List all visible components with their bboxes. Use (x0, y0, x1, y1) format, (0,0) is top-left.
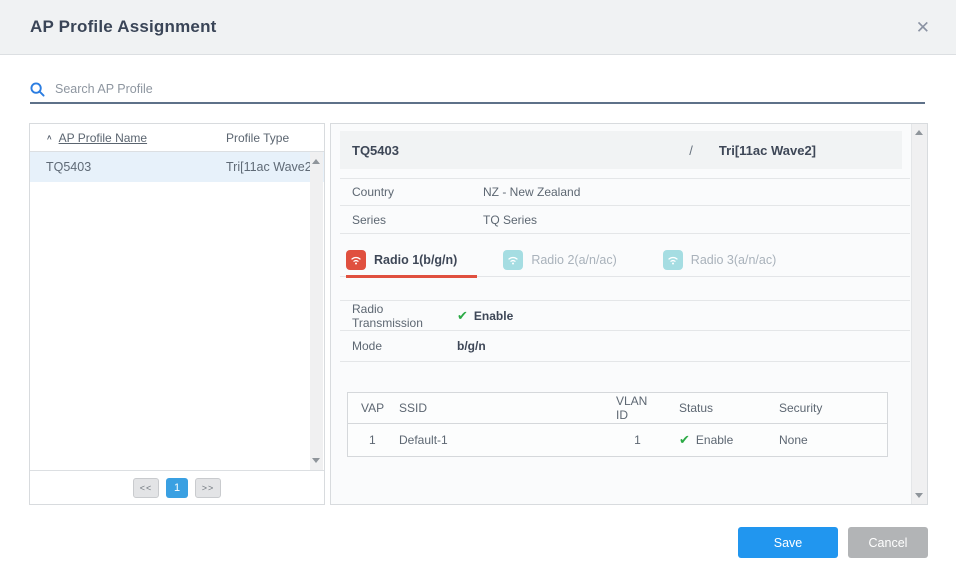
wifi-icon (503, 250, 523, 270)
search-bar (30, 76, 925, 104)
tab-radio-2[interactable]: Radio 2(a/n/ac) (503, 244, 636, 278)
save-button[interactable]: Save (738, 527, 838, 558)
close-icon[interactable]: ✕ (912, 15, 934, 40)
profile-list-panel: ∧ AP Profile Name Profile Type TQ5403 Tr… (29, 123, 325, 505)
col-security: Security (779, 401, 889, 415)
tab-radio-1[interactable]: Radio 1(b/g/n) (346, 244, 477, 278)
profile-list-header: ∧ AP Profile Name Profile Type (30, 124, 324, 152)
page-next-button[interactable]: >> (195, 478, 221, 498)
pagination: << 1 >> (30, 470, 324, 504)
status-cell: ✔Enable (659, 432, 779, 448)
series-row: Series TQ Series (340, 206, 910, 234)
mode-value: b/g/n (457, 339, 486, 353)
country-label: Country (340, 185, 483, 199)
radio-tabs: Radio 1(b/g/n) Radio 2(a/n/ac) (340, 244, 910, 277)
page-current-button[interactable]: 1 (166, 478, 188, 498)
radio-settings-rows: Radio Transmission ✔Enable Mode b/g/n (340, 300, 910, 362)
scroll-down-icon[interactable] (915, 493, 923, 498)
column-profile-type[interactable]: Profile Type (226, 131, 289, 145)
col-vap: VAP (348, 401, 399, 415)
check-icon: ✔ (457, 308, 468, 323)
cancel-button[interactable]: Cancel (848, 527, 928, 558)
radio-transmission-label: Radio Transmission (340, 302, 457, 330)
search-input[interactable] (55, 82, 925, 96)
page-prev-button[interactable]: << (133, 478, 159, 498)
scroll-up-icon[interactable] (915, 130, 923, 135)
profile-list-body: TQ5403 Tri[11ac Wave2] (30, 152, 324, 470)
country-row: Country NZ - New Zealand (340, 178, 910, 206)
ssid-cell: Default-1 (399, 433, 616, 447)
detail-profile-type: Tri[11ac Wave2] (719, 143, 816, 158)
radio-transmission-value: ✔Enable (457, 308, 513, 324)
scroll-down-icon[interactable] (312, 458, 320, 463)
vap-table-header: VAP SSID VLAN ID Status Security (348, 393, 887, 424)
col-vlan-id: VLAN ID (616, 394, 659, 422)
radio-transmission-row: Radio Transmission ✔Enable (340, 300, 910, 331)
vap-table: VAP SSID VLAN ID Status Security 1 Defau… (347, 392, 888, 457)
vap-table-row[interactable]: 1 Default-1 1 ✔Enable None (348, 424, 887, 456)
list-scrollbar[interactable] (310, 152, 323, 470)
dialog-header: AP Profile Assignment ✕ (0, 0, 956, 55)
detail-profile-name: TQ5403 (352, 143, 399, 158)
col-ssid: SSID (399, 401, 616, 415)
security-cell: None (779, 433, 889, 447)
tab-radio-3[interactable]: Radio 3(a/n/ac) (663, 244, 796, 278)
col-status: Status (659, 401, 779, 415)
detail-separator: / (689, 143, 719, 158)
mode-row: Mode b/g/n (340, 331, 910, 362)
column-ap-profile-name[interactable]: ∧ AP Profile Name (46, 131, 226, 145)
series-value: TQ Series (483, 213, 537, 227)
sort-asc-icon: ∧ (46, 133, 53, 142)
wifi-icon (346, 250, 366, 270)
check-icon: ✔ (679, 432, 690, 447)
detail-scrollbar[interactable] (911, 124, 927, 504)
detail-header-bar: TQ5403 / Tri[11ac Wave2] (340, 131, 902, 169)
wifi-icon (663, 250, 683, 270)
vap-cell: 1 (348, 433, 399, 447)
profile-name-cell: TQ5403 (46, 160, 226, 174)
search-icon (30, 82, 45, 97)
vlan-id-cell: 1 (616, 433, 659, 447)
series-label: Series (340, 213, 483, 227)
country-value: NZ - New Zealand (483, 185, 580, 199)
profile-type-cell: Tri[11ac Wave2] (226, 160, 315, 174)
profile-row-selected[interactable]: TQ5403 Tri[11ac Wave2] (30, 152, 324, 182)
mode-label: Mode (340, 339, 457, 353)
profile-detail-panel: TQ5403 / Tri[11ac Wave2] Country NZ - Ne… (330, 123, 928, 505)
scroll-up-icon[interactable] (312, 159, 320, 164)
dialog-title: AP Profile Assignment (30, 17, 217, 37)
ap-profile-assignment-dialog: AP Profile Assignment ✕ ∧ AP Profile Nam… (0, 0, 956, 578)
detail-info-rows: Country NZ - New Zealand Series TQ Serie… (340, 178, 910, 234)
